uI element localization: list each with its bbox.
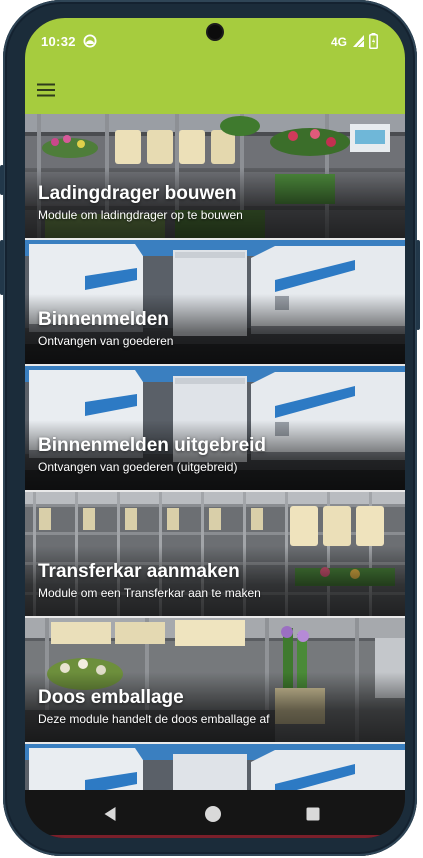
module-subtitle: Module om ladingdrager op te bouwen	[38, 208, 243, 222]
app-bar	[25, 66, 405, 114]
app-notification-icon	[83, 34, 97, 48]
module-title: Binnenmelden	[38, 309, 169, 330]
volume-button	[0, 165, 4, 195]
module-tile-partial[interactable]	[25, 744, 405, 790]
module-title: Binnenmelden uitgebreid	[38, 435, 267, 456]
hamburger-menu-icon[interactable]	[35, 78, 59, 102]
recents-square-icon[interactable]	[301, 802, 325, 826]
signal-icon	[353, 35, 365, 48]
back-triangle-icon[interactable]	[99, 802, 123, 826]
module-tile-doos-emballage[interactable]: Doos emballage Deze module handelt de do…	[25, 618, 405, 744]
navigation-bar	[25, 790, 405, 838]
screen: 10:32 4G Ladingdrager bouwen Module om l…	[25, 18, 405, 838]
home-circle-icon[interactable]	[201, 802, 225, 826]
status-time: 10:32	[41, 34, 76, 49]
module-tile-binnenmelden[interactable]: Binnenmelden Ontvangen van goederen	[25, 240, 405, 366]
module-subtitle: Ontvangen van goederen (uitgebreid)	[38, 460, 238, 474]
module-subtitle: Ontvangen van goederen	[38, 334, 174, 348]
module-title: Transferkar aanmaken	[38, 561, 240, 582]
front-camera	[208, 25, 222, 39]
module-subtitle: Deze module handelt de doos emballage af	[38, 712, 270, 726]
bottom-accent-line	[25, 835, 405, 838]
network-type: 4G	[331, 35, 348, 49]
battery-icon	[369, 33, 378, 49]
module-image	[25, 744, 405, 790]
module-title: Ladingdrager bouwen	[38, 183, 237, 204]
module-tile-transferkar-aanmaken[interactable]: Transferkar aanmaken Module om een Trans…	[25, 492, 405, 618]
volume-button	[0, 240, 4, 295]
module-tile-binnenmelden-uitgebreid[interactable]: Binnenmelden uitgebreid Ontvangen van go…	[25, 366, 405, 492]
power-button	[416, 240, 420, 330]
module-subtitle: Module om een Transferkar aan te maken	[38, 586, 261, 600]
status-bar: 10:32 4G	[25, 18, 405, 66]
module-list: Ladingdrager bouwen Module om ladingdrag…	[25, 114, 405, 790]
module-title: Doos emballage	[38, 687, 184, 708]
phone-frame: 10:32 4G Ladingdrager bouwen Module om l…	[0, 0, 420, 856]
module-tile-ladingdrager-bouwen[interactable]: Ladingdrager bouwen Module om ladingdrag…	[25, 114, 405, 240]
